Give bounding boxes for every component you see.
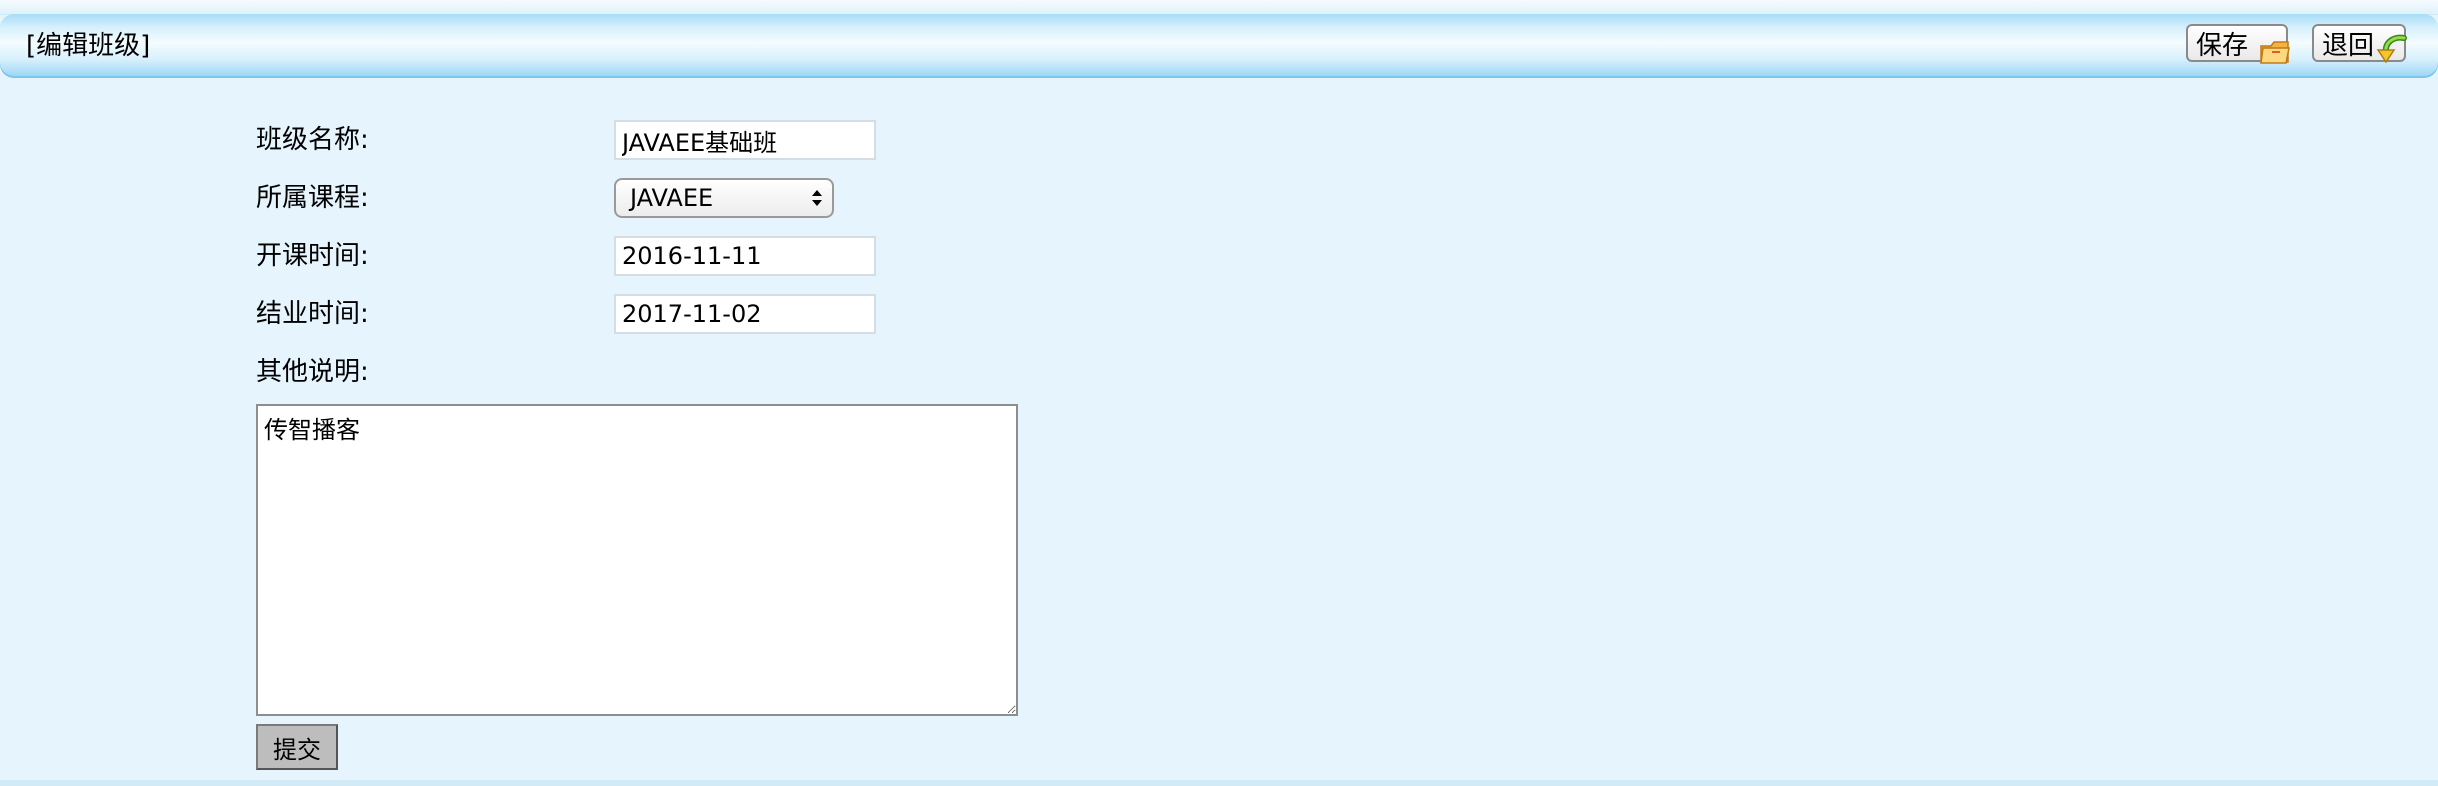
course-label: 所属课程:: [256, 183, 369, 213]
save-button-label: 保存: [2196, 30, 2249, 61]
top-border-strip: [0, 0, 2438, 15]
back-button-label: 退回: [2322, 30, 2375, 61]
save-button[interactable]: 保存: [2186, 24, 2290, 64]
end-date-label: 结业时间:: [256, 299, 369, 329]
back-button[interactable]: 退回: [2312, 24, 2407, 64]
remark-label: 其他说明:: [256, 357, 369, 387]
remark-textarea[interactable]: 传智播客: [256, 404, 1018, 716]
return-arrow-icon: [2376, 34, 2407, 64]
end-date-input[interactable]: [614, 294, 876, 334]
class-name-label: 班级名称:: [256, 125, 369, 155]
page-title: [编辑班级]: [26, 31, 151, 61]
bottom-border-strip: [0, 780, 2438, 786]
start-date-input[interactable]: [614, 236, 876, 276]
start-date-label: 开课时间:: [256, 241, 369, 271]
course-select-value: JAVAEE: [630, 184, 714, 212]
course-select[interactable]: JAVAEE: [614, 178, 834, 218]
select-arrows-icon: [812, 190, 822, 206]
class-name-input[interactable]: [614, 120, 876, 160]
folder-icon: [2260, 41, 2290, 64]
submit-button[interactable]: 提交: [256, 724, 338, 770]
header-bar: [0, 14, 2438, 78]
